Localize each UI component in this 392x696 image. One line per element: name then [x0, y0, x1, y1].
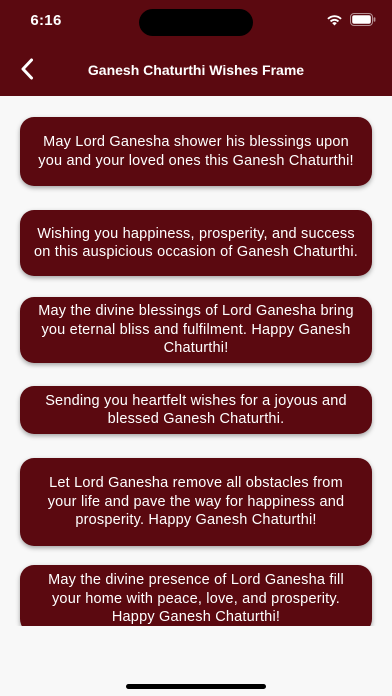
wishes-list[interactable]: May Lord Ganesha shower his blessings up… — [0, 96, 392, 626]
status-icons — [326, 13, 376, 26]
wish-card[interactable]: May the divine presence of Lord Ganesha … — [20, 565, 372, 626]
page-title: Ganesh Chaturthi Wishes Frame — [87, 62, 305, 78]
dynamic-island — [139, 9, 253, 36]
battery-icon — [350, 13, 376, 26]
wish-card[interactable]: May the divine blessings of Lord Ganesha… — [20, 297, 372, 363]
wish-card[interactable]: Wishing you happiness, prosperity, and s… — [20, 210, 372, 276]
wish-card[interactable]: Let Lord Ganesha remove all obstacles fr… — [20, 458, 372, 546]
status-time: 6:16 — [30, 12, 62, 29]
wifi-icon — [326, 14, 343, 26]
nav-header: 6:16 Ganesh Chaturthi Wishes Frame — [0, 0, 392, 96]
wish-card[interactable]: Sending you heartfelt wishes for a joyou… — [20, 386, 372, 434]
wish-card[interactable]: May Lord Ganesha shower his blessings up… — [20, 117, 372, 186]
home-indicator[interactable] — [126, 684, 266, 689]
